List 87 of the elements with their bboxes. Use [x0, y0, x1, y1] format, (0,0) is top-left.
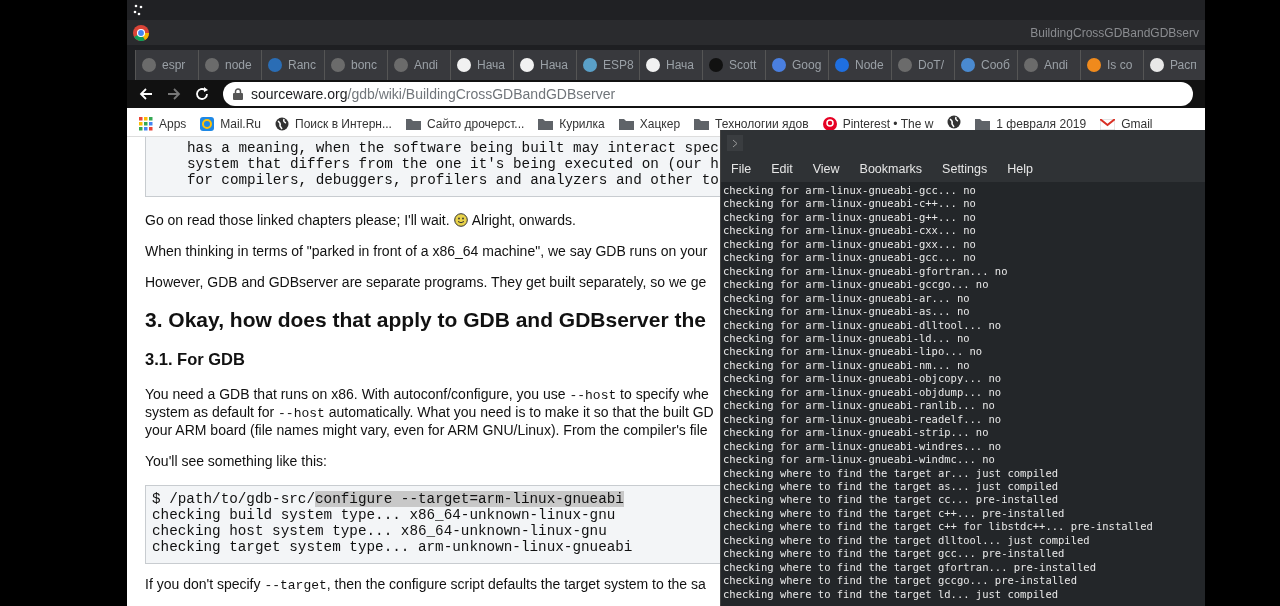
terminal-line: checking for arm-linux-gnueabi-windres... no	[723, 439, 1002, 454]
body-text: If you don't specify --target, then the configure script defaults the target system to the sa	[145, 575, 706, 595]
terminal-line: checking where to find the target ar... just compiled	[723, 466, 1059, 480]
smiley-icon	[453, 213, 468, 227]
subsection-heading: 3.1. For GDB	[145, 349, 245, 369]
back-arrow-icon[interactable]	[139, 87, 153, 101]
terminal-line: checking for arm-linux-gnueabi-ar... no	[723, 291, 970, 306]
terminal-line: checking for arm-linux-gnueabi-ranlib... no	[723, 399, 995, 413]
chevron-icon	[732, 138, 738, 148]
section-heading: 3. Okay, how does that apply to GDB and GDBserver the	[145, 307, 706, 333]
terminal-line: checking for arm-linux-gnueabi-strip... no	[723, 426, 989, 440]
browser-tab[interactable]: Сооб	[954, 50, 1017, 80]
body-text: You need a GDB that runs on x86. With autoconf/configure, you use --host to specify whe system as default for --host automatically. What you need is to make it so that the built GD your ARM board (file names might vary, even for ARM GNU/Linux). From the compiler's file	[145, 386, 714, 438]
bookmark-item[interactable]: Gmail	[1100, 115, 1153, 133]
browser-logo-icon	[133, 24, 149, 41]
menu-item[interactable]: File	[723, 159, 760, 179]
terminal-line: checking for arm-linux-gnueabi-lipo... no	[723, 345, 983, 359]
bookmark-item[interactable]: Поиск в Интерн...	[275, 115, 392, 133]
folder-icon	[694, 118, 710, 130]
terminal-line: checking for arm-linux-gnueabi-as... no	[723, 305, 970, 319]
terminal-line: checking for arm-linux-gnueabi-objdump... no	[723, 385, 1002, 400]
bookmark-item[interactable]: Mail.Ru	[200, 115, 262, 133]
browser-tab[interactable]: Node	[828, 50, 891, 80]
menu-item[interactable]: Edit	[763, 159, 801, 179]
browser-tab[interactable]: Нача	[513, 50, 576, 80]
browser-tab[interactable]: Goog	[765, 50, 828, 80]
browser-tab[interactable]: Нача	[639, 50, 702, 80]
folder-icon	[538, 118, 554, 130]
app-icon	[133, 4, 145, 16]
reload-icon[interactable]	[195, 87, 209, 101]
address-field[interactable]: sourceware.org/gdb/wiki/BuildingCrossGDBandGDBserver	[223, 82, 1193, 106]
at-sign-icon	[200, 117, 215, 131]
tab-arrow-button[interactable]	[727, 135, 743, 151]
terminal-line: checking for arm-linux-gnueabi-dlltool... no	[723, 318, 1002, 332]
pin-logo-icon	[822, 117, 837, 131]
globe-icon	[275, 117, 290, 131]
menu-item[interactable]: Bookmarks	[851, 159, 931, 179]
terminal-line: checking for arm-linux-gnueabi-readelf... no	[723, 412, 1002, 427]
terminal-line: checking for arm-linux-gnueabi-g++... no	[723, 210, 976, 225]
terminal-line: checking for arm-linux-gnueabi-c++... no	[723, 197, 976, 211]
browser-tab[interactable]: Is co	[1080, 50, 1143, 80]
terminal-line: checking for arm-linux-gnueabi-objcopy... no	[723, 372, 1002, 386]
bookmark-item[interactable]	[947, 115, 962, 129]
body-text: Alright, onwards.	[471, 211, 576, 229]
browser-tab[interactable]: Andi	[387, 50, 450, 80]
browser-tab[interactable]: DoT/	[891, 50, 954, 80]
body-text: Go on read those linked chapters please; I'll wait.	[145, 211, 450, 229]
terminal-line: checking for arm-linux-gnueabi-gccgo... no	[723, 278, 989, 292]
terminal-line: checking for arm-linux-gnueabi-nm... no	[723, 358, 970, 373]
menu-item[interactable]: View	[804, 159, 848, 179]
globe-icon	[947, 115, 962, 129]
envelope-icon	[1100, 118, 1116, 130]
apps-grid-icon	[139, 117, 153, 131]
browser-tab[interactable]: Нача	[450, 50, 513, 80]
window-title: BuildingCrossGDBandGDBserv	[1030, 24, 1199, 42]
terminal-line: checking where to find the target gccgo... pre-installed	[723, 574, 1077, 588]
bookmark-item[interactable]: Курилка	[538, 115, 605, 133]
terminal-line: checking for arm-linux-gnueabi-ld... no	[723, 332, 970, 346]
folder-icon	[405, 118, 421, 130]
browser-tab[interactable]: node	[198, 50, 261, 80]
browser-tab[interactable]: Ranc	[261, 50, 324, 80]
terminal-line: checking for arm-linux-gnueabi-gxx... no	[723, 237, 976, 252]
bookmark-item[interactable]: 1 февраля 2019	[975, 115, 1087, 133]
browser-tab[interactable]: Расп	[1143, 50, 1205, 80]
terminal-line: checking for arm-linux-gnueabi-gfortran... no	[723, 264, 1008, 279]
bookmark-item[interactable]: Apps	[139, 115, 187, 133]
terminal-line: checking where to find the target ld... just compiled	[723, 587, 1059, 602]
browser-tab[interactable]: Scott	[702, 50, 765, 80]
terminal-line: checking for arm-linux-gnueabi-cxx... no	[723, 224, 976, 238]
menu-item[interactable]: Help	[999, 159, 1041, 179]
body-text: However, GDB and GDBserver are separate programs. They get built separately, so we ge	[145, 273, 707, 291]
browser-tab[interactable]: Andi	[1017, 50, 1080, 80]
browser-tab[interactable]: bonc	[324, 50, 387, 80]
lock-icon	[233, 88, 243, 100]
browser-tab[interactable]: ESP8	[576, 50, 639, 80]
bookmark-item[interactable]: Pinterest • The w	[822, 115, 934, 133]
body-text: You'll see something like this:	[145, 452, 327, 470]
menu-item[interactable]: Settings	[934, 159, 996, 179]
terminal-line: checking for arm-linux-gnueabi-windmc... no	[723, 453, 995, 467]
body-text: When thinking in terms of "parked in front of a x86_64 machine", we say GDB runs on your	[145, 242, 708, 260]
terminal-line: checking for arm-linux-gnueabi-gcc... no	[723, 251, 976, 265]
bookmark-item[interactable]: Технологии ядов	[694, 115, 809, 133]
bookmark-item[interactable]: Хацкер	[618, 115, 681, 133]
browser-tab[interactable]: espr	[135, 50, 198, 80]
folder-icon	[618, 118, 634, 130]
bookmark-item[interactable]: Сайто дрочерст...	[405, 115, 525, 133]
forward-arrow-icon[interactable]	[167, 87, 181, 101]
